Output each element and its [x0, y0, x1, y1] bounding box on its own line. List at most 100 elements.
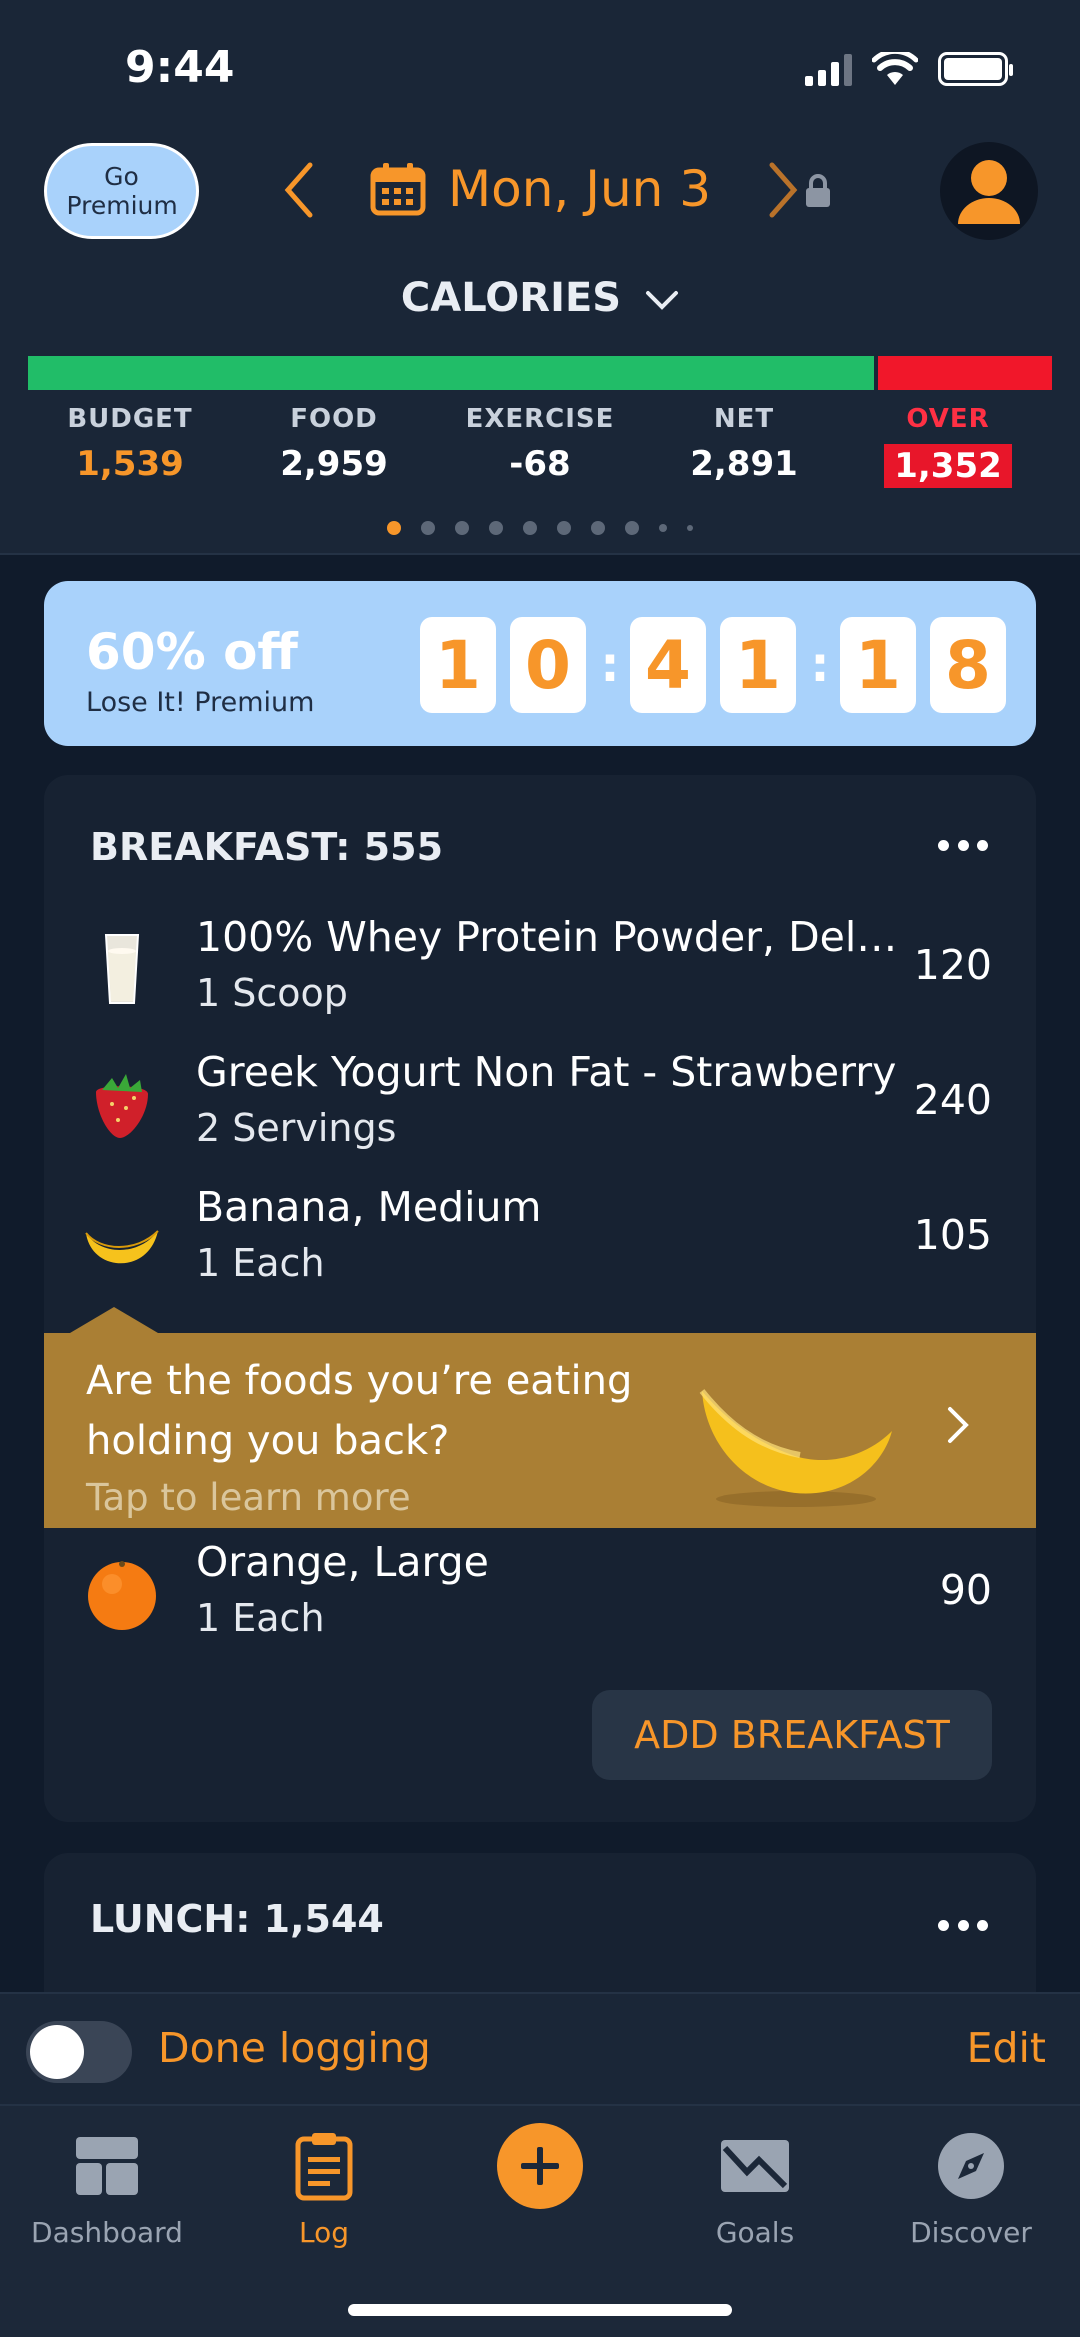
page-dot — [687, 525, 693, 531]
page-indicator[interactable] — [0, 521, 1080, 535]
tab-label: Discover — [910, 2216, 1032, 2249]
chevron-left-icon[interactable] — [280, 160, 320, 220]
food-name: 100% Whey Protein Powder, Del… — [196, 913, 898, 961]
banana-icon — [85, 1230, 159, 1264]
food-name: Banana, Medium — [196, 1183, 542, 1231]
timer-digit: 1 — [840, 617, 916, 713]
page-dot — [455, 521, 469, 535]
wifi-icon — [872, 52, 918, 85]
stat-budget-label: BUDGET — [67, 404, 193, 434]
stat-net-value: 2,891 — [690, 444, 798, 484]
more-options-icon[interactable] — [938, 840, 988, 856]
stat-over-value: 1,352 — [884, 444, 1012, 488]
date-label: Mon, Jun 3 — [448, 160, 712, 218]
food-item[interactable]: 100% Whey Protein Powder, Del… 1 Scoop 1… — [44, 905, 1036, 1035]
food-serving: 1 Scoop — [196, 971, 348, 1015]
food-name: Greek Yogurt Non Fat - Strawberry — [196, 1048, 897, 1096]
stat-exercise: EXERCISE -68 — [450, 404, 630, 484]
header: 9:44 Go Premium Mon, Jun 3 CALORIES BUDG… — [0, 0, 1080, 555]
promo-title: 60% off — [86, 623, 298, 681]
page-dot — [591, 521, 605, 535]
page-dot — [421, 521, 435, 535]
calendar-icon — [370, 163, 426, 216]
add-breakfast-button[interactable]: ADD BREAKFAST — [592, 1690, 992, 1780]
chevron-right-icon[interactable] — [762, 160, 802, 220]
food-calories: 240 — [913, 1076, 992, 1124]
page-dot — [523, 521, 537, 535]
stat-over: OVER 1,352 — [858, 404, 1038, 488]
timer-separator: : — [810, 637, 830, 693]
profile-avatar[interactable] — [940, 142, 1038, 240]
food-serving: 2 Servings — [196, 1106, 397, 1150]
chevron-right-icon — [948, 1407, 969, 1443]
tab-goals[interactable]: Goals — [655, 2126, 855, 2249]
stat-exercise-value: -68 — [509, 444, 571, 484]
user-icon — [958, 160, 1020, 224]
page-dot — [387, 521, 401, 535]
breakfast-title: BREAKFAST: 555 — [90, 825, 444, 869]
page-dot — [489, 521, 503, 535]
timer-digit: 1 — [720, 617, 796, 713]
home-indicator[interactable] — [348, 2304, 732, 2316]
breakfast-card: BREAKFAST: 555 100% Whey Protein Powder,… — [44, 775, 1036, 1822]
food-item[interactable]: Banana, Medium 1 Each 105 — [44, 1175, 1036, 1305]
done-logging-toggle[interactable] — [26, 2021, 132, 2083]
tab-label: Dashboard — [31, 2216, 183, 2249]
clipboard-icon — [295, 2133, 353, 2201]
calorie-bar-over — [878, 356, 1052, 390]
calories-section-selector[interactable]: CALORIES — [0, 275, 1080, 321]
tip-line-2: holding you back? — [86, 1418, 450, 1464]
tip-cta: Tap to learn more — [86, 1476, 411, 1519]
tip-text: Are the foods you’re eating holding you … — [86, 1351, 632, 1471]
signal-icon — [805, 52, 852, 86]
calorie-bar-budget — [28, 356, 874, 390]
add-icon — [497, 2123, 583, 2209]
edit-button[interactable]: Edit — [967, 2024, 1046, 2072]
stat-budget: BUDGET 1,539 — [40, 404, 220, 484]
stat-exercise-label: EXERCISE — [465, 404, 615, 434]
tab-bar: Dashboard Log Goals Discover — [0, 2104, 1080, 2337]
premium-promo-banner[interactable]: 60% off Lose It! Premium 1 0 : 4 1 : 1 8 — [44, 581, 1036, 746]
stat-food: FOOD 2,959 — [244, 404, 424, 484]
page-dot — [625, 521, 639, 535]
go-premium-button[interactable]: Go Premium — [44, 143, 199, 239]
timer-digit: 1 — [420, 617, 496, 713]
compass-icon — [938, 2133, 1004, 2199]
countdown-timer: 1 0 : 4 1 : 1 8 — [420, 617, 1006, 713]
tab-log[interactable]: Log — [224, 2126, 424, 2249]
app-screen: 9:44 Go Premium Mon, Jun 3 CALORIES BUDG… — [0, 0, 1080, 2337]
tab-dashboard[interactable]: Dashboard — [7, 2126, 207, 2249]
milk-glass-icon — [104, 934, 140, 1004]
add-breakfast-label: ADD BREAKFAST — [634, 1713, 950, 1757]
food-serving: 1 Each — [196, 1596, 325, 1640]
more-options-icon[interactable] — [938, 1920, 988, 1936]
stat-net: NET 2,891 — [654, 404, 834, 484]
stat-food-label: FOOD — [290, 404, 378, 434]
tab-discover[interactable]: Discover — [871, 2126, 1071, 2249]
lunch-title: LUNCH: 1,544 — [90, 1897, 384, 1941]
food-item[interactable]: Orange, Large 1 Each 90 — [44, 1530, 1036, 1660]
go-premium-label: Go Premium — [66, 162, 178, 220]
date-selector[interactable]: Mon, Jun 3 — [370, 160, 711, 218]
status-time: 9:44 — [125, 42, 235, 93]
food-calories: 120 — [913, 941, 992, 989]
food-calories: 105 — [913, 1211, 992, 1259]
calorie-stats: BUDGET 1,539 FOOD 2,959 EXERCISE -68 NET… — [0, 404, 1080, 504]
food-item[interactable]: Greek Yogurt Non Fat - Strawberry 2 Serv… — [44, 1040, 1036, 1170]
chevron-down-icon — [646, 291, 679, 310]
page-dot — [557, 521, 571, 535]
battery-icon — [938, 52, 1013, 86]
status-icons — [805, 52, 1013, 86]
timer-digit: 0 — [510, 617, 586, 713]
tab-add[interactable] — [440, 2123, 640, 2209]
goals-icon — [721, 2140, 789, 2192]
calorie-progress-bar — [28, 356, 1052, 390]
learn-more-tip-banner[interactable]: Are the foods you’re eating holding you … — [44, 1307, 1036, 1528]
page-dot — [659, 524, 667, 532]
strawberry-icon — [96, 1074, 148, 1138]
stat-food-value: 2,959 — [280, 444, 388, 484]
timer-separator: : — [600, 637, 620, 693]
tip-line-1: Are the foods you’re eating — [86, 1358, 633, 1404]
calories-title: CALORIES — [400, 275, 622, 321]
done-logging-bar: Done logging Edit — [0, 1992, 1080, 2104]
